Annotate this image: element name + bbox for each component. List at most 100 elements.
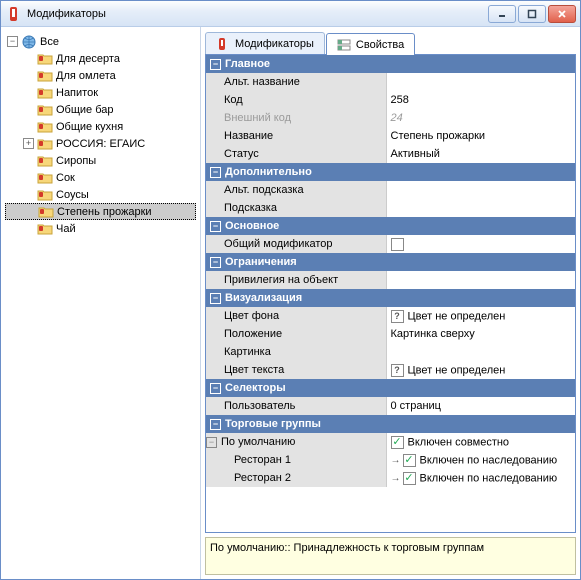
tree-label: Напиток — [56, 87, 98, 99]
prop-hint[interactable]: Подсказка — [206, 199, 575, 217]
collapse-icon[interactable]: − — [210, 59, 221, 70]
prop-restaurant-2[interactable]: Ресторан 2→Включен по наследованию — [206, 469, 575, 487]
folder-icon — [37, 102, 53, 118]
spacer — [23, 87, 34, 98]
tree-label: Все — [40, 36, 59, 48]
tree-item[interactable]: Сиропы — [5, 152, 196, 169]
prop-alt-hint[interactable]: Альт. подсказка — [206, 181, 575, 199]
checkbox[interactable] — [403, 472, 416, 485]
tree-item[interactable]: Чай — [5, 220, 196, 237]
close-button[interactable] — [548, 5, 576, 23]
collapse-icon[interactable]: − — [210, 257, 221, 268]
tree-label: Общие кухня — [56, 121, 123, 133]
folder-icon — [37, 85, 53, 101]
folder-icon — [37, 136, 53, 152]
group-visual[interactable]: −Визуализация — [206, 289, 575, 307]
prop-bg-color[interactable]: Цвет фона?Цвет не определен — [206, 307, 575, 325]
undefined-color-icon: ? — [391, 310, 404, 323]
tree-item[interactable]: Степень прожарки — [5, 203, 196, 220]
tree-root[interactable]: − Все — [5, 33, 196, 50]
prop-picture[interactable]: Картинка — [206, 343, 575, 361]
prop-common-mod[interactable]: Общий модификатор — [206, 235, 575, 253]
folder-icon — [37, 187, 53, 203]
window: Модификаторы − Все Для десерта Для омлета… — [0, 0, 581, 580]
tree-item[interactable]: Общие кухня — [5, 118, 196, 135]
expand-icon[interactable]: + — [23, 138, 34, 149]
subgroup-default[interactable]: −По умолчаниюВключен совместно — [206, 433, 575, 451]
inherit-icon: → — [391, 473, 401, 484]
minimize-button[interactable] — [488, 5, 516, 23]
prop-name[interactable]: НазваниеСтепень прожарки — [206, 127, 575, 145]
checkbox[interactable] — [391, 436, 404, 449]
collapse-icon[interactable]: − — [210, 383, 221, 394]
tree-item[interactable]: Соусы — [5, 186, 196, 203]
tree-label: Сиропы — [56, 155, 96, 167]
tree-label: Для омлета — [56, 70, 116, 82]
collapse-icon[interactable]: − — [210, 167, 221, 178]
status-text: По умолчанию:: Принадлежность к торговым… — [210, 542, 484, 554]
group-main[interactable]: −Главное — [206, 55, 575, 73]
checkbox[interactable] — [391, 238, 404, 251]
prop-restaurant-1[interactable]: Ресторан 1→Включен по наследованию — [206, 451, 575, 469]
group-basic[interactable]: −Основное — [206, 217, 575, 235]
checkbox[interactable] — [403, 454, 416, 467]
collapse-icon[interactable]: − — [210, 419, 221, 430]
client-area: − Все Для десерта Для омлета Напиток Общие … — [1, 27, 580, 579]
spacer — [24, 206, 35, 217]
tree-item[interactable]: Для десерта — [5, 50, 196, 67]
app-icon — [7, 6, 23, 22]
tab-label: Свойства — [356, 39, 404, 51]
property-grid[interactable]: −Главное Альт. название Код258 Внешний к… — [205, 55, 576, 533]
group-extra[interactable]: −Дополнительно — [206, 163, 575, 181]
tree-item[interactable]: Напиток — [5, 84, 196, 101]
tab-properties[interactable]: Свойства — [326, 33, 415, 55]
tree-label: РОССИЯ: ЕГАИС — [56, 138, 145, 150]
tree-item[interactable]: Общие бар — [5, 101, 196, 118]
prop-privilege[interactable]: Привилегия на объект — [206, 271, 575, 289]
prop-position[interactable]: ПоложениеКартинка сверху — [206, 325, 575, 343]
properties-icon — [337, 38, 351, 52]
spacer — [23, 104, 34, 115]
tree-label: Степень прожарки — [57, 206, 152, 218]
group-trade[interactable]: −Торговые группы — [206, 415, 575, 433]
collapse-icon[interactable]: − — [210, 221, 221, 232]
group-selectors[interactable]: −Селекторы — [206, 379, 575, 397]
spacer — [23, 155, 34, 166]
spacer — [23, 172, 34, 183]
spacer — [23, 53, 34, 64]
collapse-icon[interactable]: − — [206, 437, 217, 448]
window-title: Модификаторы — [27, 8, 488, 20]
tab-label: Модификаторы — [235, 38, 314, 50]
window-buttons — [488, 5, 576, 23]
prop-user[interactable]: Пользователь0 страниц — [206, 397, 575, 415]
tree-panel[interactable]: − Все Для десерта Для омлета Напиток Общие … — [1, 27, 201, 579]
spacer — [23, 70, 34, 81]
undefined-color-icon: ? — [391, 364, 404, 377]
folder-icon — [37, 170, 53, 186]
prop-status[interactable]: СтатусАктивный — [206, 145, 575, 163]
prop-alt-name[interactable]: Альт. название — [206, 73, 575, 91]
tree-item[interactable]: Сок — [5, 169, 196, 186]
prop-code[interactable]: Код258 — [206, 91, 575, 109]
inherit-icon: → — [391, 455, 401, 466]
prop-ext-code: Внешний код24 — [206, 109, 575, 127]
folder-icon — [38, 204, 54, 220]
tree-label: Чай — [56, 223, 76, 235]
tab-modifiers[interactable]: Модификаторы — [205, 32, 325, 54]
tree-item[interactable]: + РОССИЯ: ЕГАИС — [5, 135, 196, 152]
titlebar: Модификаторы — [1, 1, 580, 27]
tab-bar: Модификаторы Свойства — [205, 31, 576, 55]
group-restrict[interactable]: −Ограничения — [206, 253, 575, 271]
spacer — [23, 189, 34, 200]
status-bar: По умолчанию:: Принадлежность к торговым… — [205, 537, 576, 575]
prop-fg-color[interactable]: Цвет текста?Цвет не определен — [206, 361, 575, 379]
tree-item[interactable]: Для омлета — [5, 67, 196, 84]
collapse-icon[interactable]: − — [7, 36, 18, 47]
right-panel: Модификаторы Свойства −Главное Альт. наз… — [201, 27, 580, 579]
folder-icon — [37, 221, 53, 237]
tree-label: Общие бар — [56, 104, 114, 116]
spacer — [23, 223, 34, 234]
maximize-button[interactable] — [518, 5, 546, 23]
collapse-icon[interactable]: − — [210, 293, 221, 304]
tree-label: Соусы — [56, 189, 89, 201]
